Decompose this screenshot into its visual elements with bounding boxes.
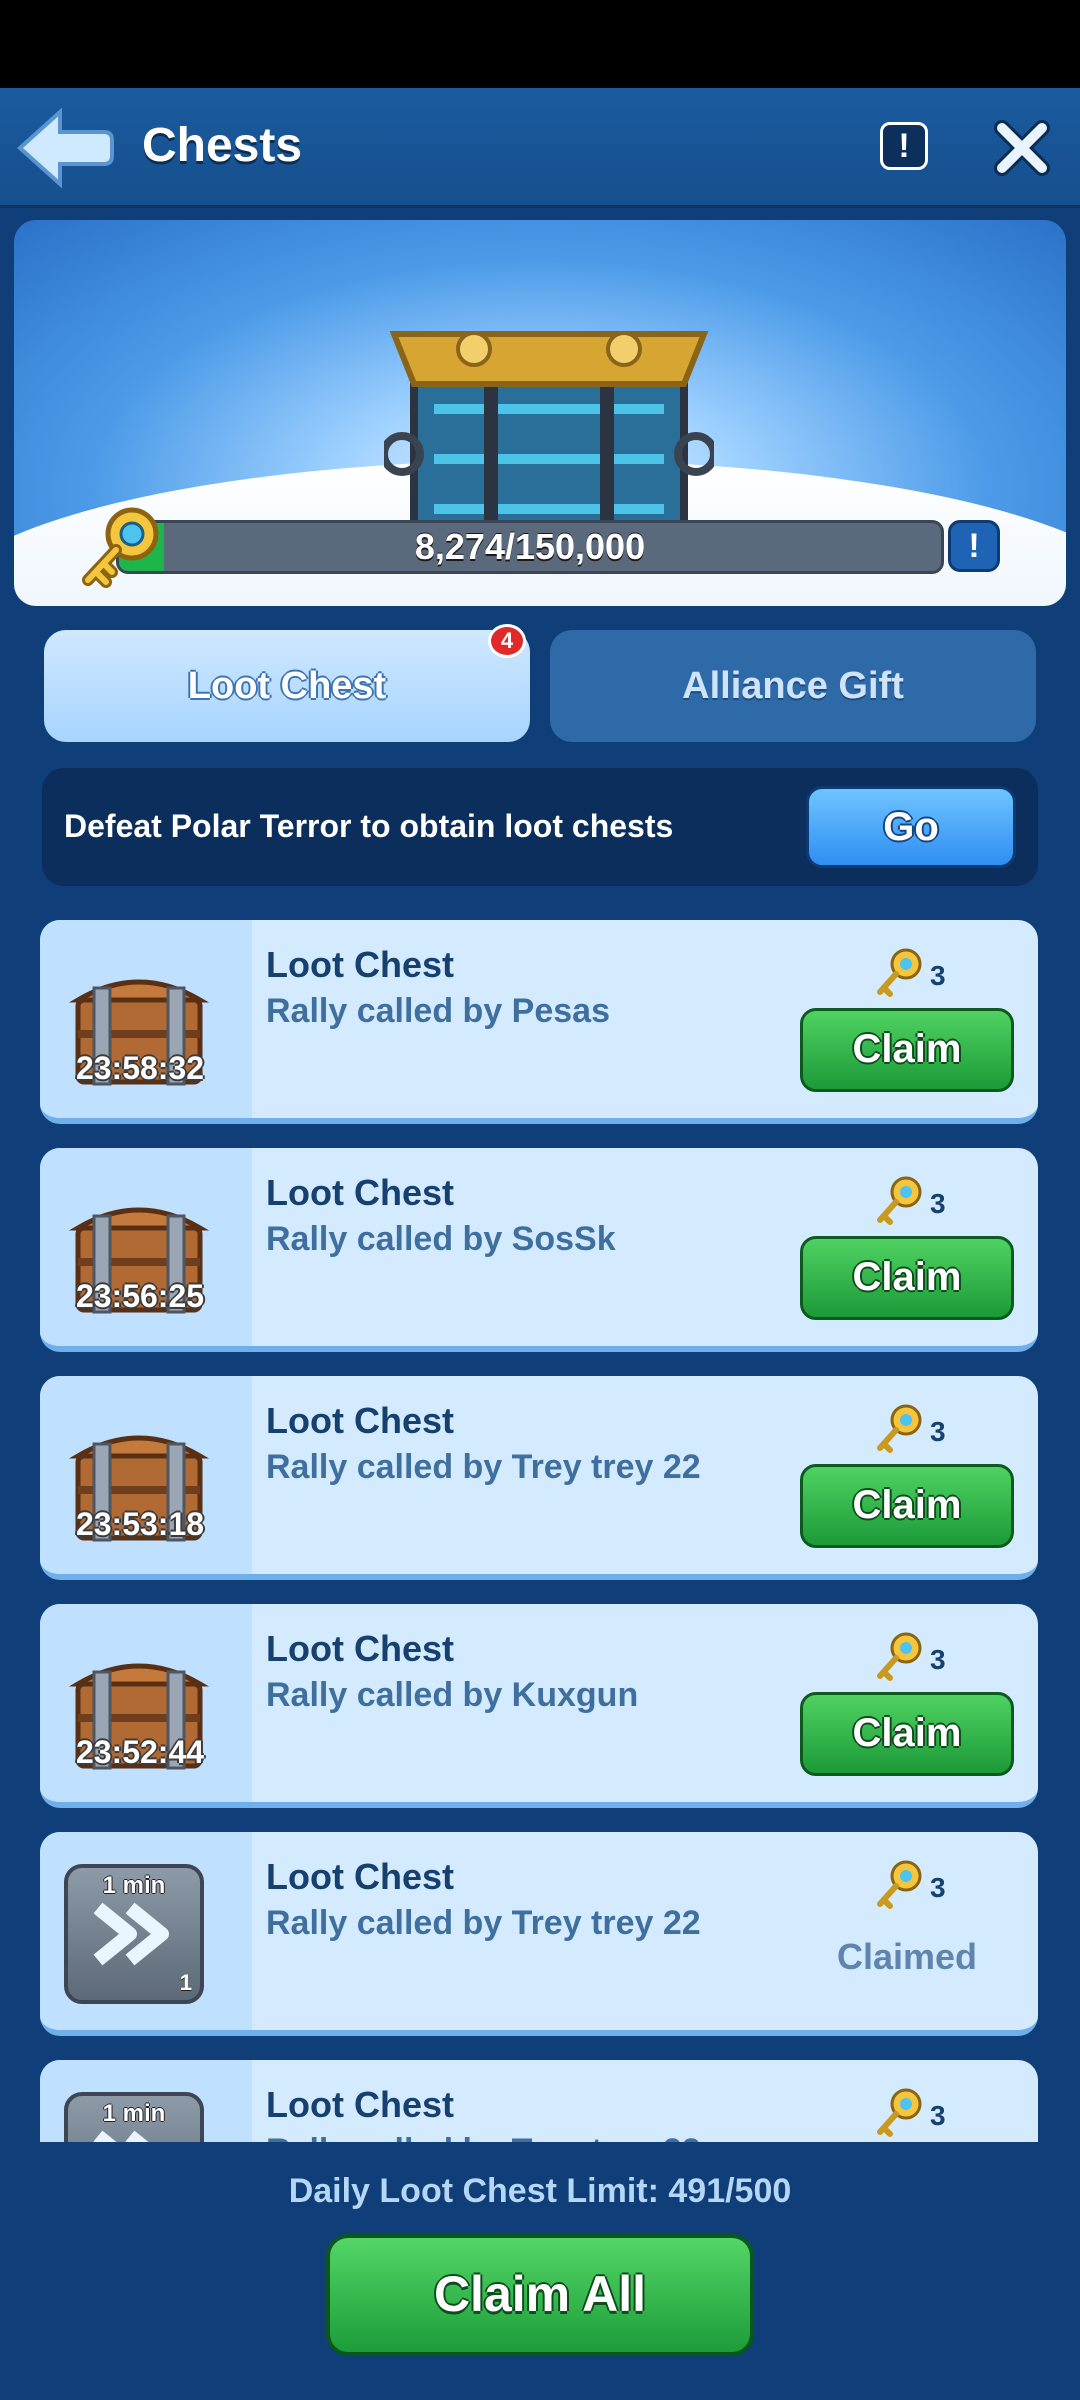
footer: Daily Loot Chest Limit: 491/500 Claim Al… xyxy=(0,2142,1080,2400)
countdown-timer: 23:56:25 xyxy=(75,1278,205,1314)
key-cost-value: 3 xyxy=(930,1416,946,1447)
speedup-duration: 1 min xyxy=(102,1872,166,1899)
key-cost-value: 3 xyxy=(930,2100,946,2131)
key-icon xyxy=(877,2088,922,2137)
row-subtitle: Rally called by Pesas xyxy=(266,992,610,1030)
row-subtitle: Rally called by Trey trey 22 xyxy=(266,2132,701,2142)
key-icon xyxy=(877,948,922,997)
notice-panel: Defeat Polar Terror to obtain loot chest… xyxy=(42,768,1038,886)
progress-text: 8,274/150,000 xyxy=(414,526,646,567)
key-cost-value: 3 xyxy=(930,1872,946,1903)
claim-all-button[interactable]: Claim All xyxy=(326,2234,754,2356)
row-title: Loot Chest xyxy=(266,1628,454,1669)
row-subtitle: Rally called by SosSk xyxy=(266,1220,616,1258)
key-icon xyxy=(877,1860,922,1909)
info-icon[interactable]: ! xyxy=(880,122,928,170)
countdown-timer: 23:53:18 xyxy=(75,1506,205,1542)
speedup-icon: 1 min 1 xyxy=(64,1864,204,2004)
chest-banner: 8,274/150,000 ! xyxy=(14,220,1066,606)
notice-text: Defeat Polar Terror to obtain loot chest… xyxy=(64,808,674,844)
list-item: 23:52:44 Loot Chest Rally called by Kuxg… xyxy=(40,1604,1038,1808)
key-progress-bar: 8,274/150,000 xyxy=(116,520,944,574)
speedup-icon: 1 min xyxy=(64,2092,204,2142)
key-cost: 3 xyxy=(874,1858,984,1912)
page-title: Chests xyxy=(142,119,303,172)
row-title: Loot Chest xyxy=(266,944,454,985)
claim-button[interactable]: Claim xyxy=(800,1236,1014,1320)
key-cost: 3 xyxy=(874,2086,984,2140)
key-cost: 3 xyxy=(874,1630,984,1684)
close-icon[interactable] xyxy=(990,116,1054,180)
status-bar xyxy=(0,0,1080,88)
list-item: 1 min Loot Chest Rally called by Trey tr… xyxy=(40,2060,1038,2142)
speedup-count: 1 xyxy=(179,1970,192,1995)
key-cost: 3 xyxy=(874,946,984,1000)
chest-list[interactable]: 23:58:32 Loot Chest Rally called by Pesa… xyxy=(0,918,1080,2142)
row-title: Loot Chest xyxy=(266,1400,454,1441)
arrow-left-icon[interactable] xyxy=(12,102,116,194)
row-title: Loot Chest xyxy=(266,2084,454,2125)
claim-button[interactable]: Claim xyxy=(800,1692,1014,1776)
notification-badge: 4 xyxy=(488,624,526,658)
speedup-duration: 1 min xyxy=(102,2100,166,2127)
row-subtitle: Rally called by Kuxgun xyxy=(266,1676,639,1714)
key-icon xyxy=(877,1404,922,1453)
claim-button[interactable]: Claim xyxy=(800,1008,1014,1092)
key-cost-value: 3 xyxy=(930,1188,946,1219)
row-title: Loot Chest xyxy=(266,1172,454,1213)
list-item: 1 min 1 Loot Chest Rally called by Trey … xyxy=(40,1832,1038,2036)
countdown-timer: 23:52:44 xyxy=(75,1734,205,1770)
claimed-status: Claimed xyxy=(836,1936,978,1977)
key-cost-value: 3 xyxy=(930,1644,946,1675)
go-button[interactable]: Go xyxy=(806,786,1016,868)
key-icon xyxy=(877,1176,922,1225)
tab-loot-chest[interactable]: Loot Chest xyxy=(44,630,530,742)
claim-button[interactable]: Claim xyxy=(800,1464,1014,1548)
key-cost-value: 3 xyxy=(930,960,946,991)
list-item: 23:58:32 Loot Chest Rally called by Pesa… xyxy=(40,920,1038,1124)
daily-limit-text: Daily Loot Chest Limit: 491/500 xyxy=(288,2172,792,2210)
info-icon[interactable]: ! xyxy=(948,520,1000,572)
key-cost: 3 xyxy=(874,1174,984,1228)
key-icon xyxy=(82,507,159,588)
tab-alliance-gift[interactable]: Alliance Gift xyxy=(550,630,1036,742)
row-title: Loot Chest xyxy=(266,1856,454,1897)
row-subtitle: Rally called by Trey trey 22 xyxy=(266,1448,701,1486)
row-subtitle: Rally called by Trey trey 22 xyxy=(266,1904,701,1942)
countdown-timer: 23:58:32 xyxy=(75,1050,205,1086)
list-item: 23:56:25 Loot Chest Rally called by SosS… xyxy=(40,1148,1038,1352)
key-icon xyxy=(877,1632,922,1681)
list-item: 23:53:18 Loot Chest Rally called by Trey… xyxy=(40,1376,1038,1580)
key-cost: 3 xyxy=(874,1402,984,1456)
